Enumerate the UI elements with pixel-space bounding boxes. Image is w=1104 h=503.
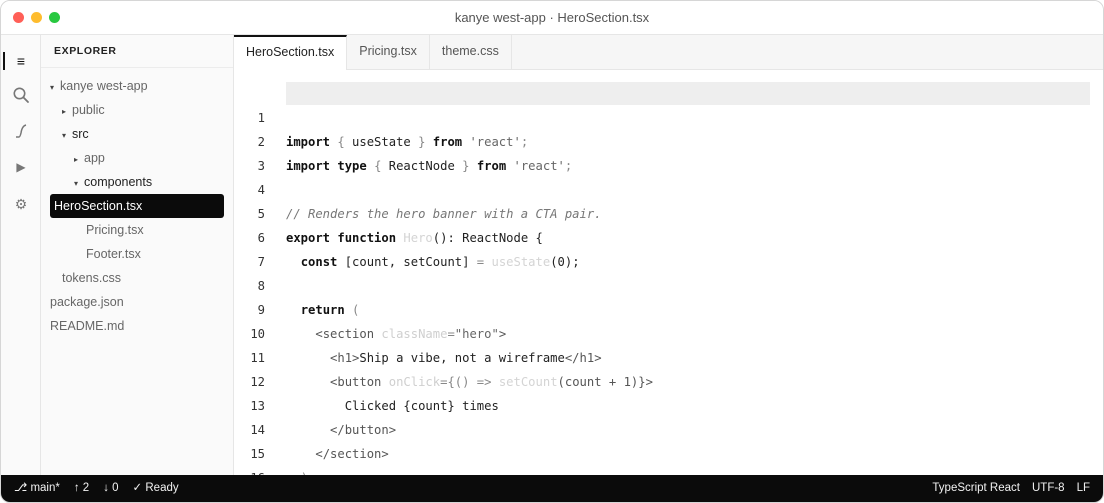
code-line: 1 import { useState } from 'react'; — [234, 82, 1103, 149]
editor-window: kanye west-app · HeroSection.tsx ≡ ▶ ⚙ E… — [0, 0, 1104, 503]
window-title: kanye west-app · HeroSection.tsx — [454, 10, 650, 25]
sync-down-count[interactable]: ↓ 0 — [103, 475, 118, 502]
tree-file-pricing[interactable]: Pricing.tsx — [41, 218, 233, 242]
tree-file-footer[interactable]: Footer.tsx — [41, 242, 233, 266]
chevron-down-icon: ▾ — [50, 83, 55, 92]
title-bar: kanye west-app · HeroSection.tsx — [1, 1, 1103, 35]
tab-theme[interactable]: theme.css — [430, 35, 512, 69]
status-bar: ⎇ main* ↑ 2 ↓ 0 ✓ Ready TypeScript React… — [1, 475, 1103, 502]
sync-up-count[interactable]: ↑ 2 — [74, 475, 89, 502]
tree-folder-root[interactable]: ▾ kanye west-app — [41, 74, 233, 98]
editor-tabs: HeroSection.tsx Pricing.tsx theme.css — [234, 35, 1103, 70]
explorer-sidebar: EXPLORER ▾ kanye west-app ▸ public ▾ src ▸ a… — [41, 35, 234, 477]
code-line: 16 } — [234, 442, 1103, 502]
tree-folder-app[interactable]: ▸ app — [41, 146, 233, 170]
chevron-right-icon: ▸ — [62, 107, 67, 116]
chevron-down-icon: ▾ — [62, 131, 67, 140]
tree-item-label: app — [84, 151, 105, 165]
code-line: 14 </section> — [234, 394, 1103, 461]
explorer-header: EXPLORER — [41, 35, 233, 68]
code-line: 12 Clicked {count} times — [234, 346, 1103, 413]
tree-item-label: src — [72, 127, 89, 141]
tree-folder-public[interactable]: ▸ public — [41, 98, 233, 122]
chevron-right-icon: ▸ — [74, 155, 79, 164]
tree-file-readme[interactable]: README.md — [41, 314, 233, 338]
language-mode[interactable]: TypeScript React — [932, 475, 1020, 502]
source-control-icon[interactable] — [1, 119, 41, 143]
tree-file-package[interactable]: package.json — [41, 290, 233, 314]
code-line: 13 </button> — [234, 370, 1103, 437]
code-line: 9 <section className="hero"> — [234, 274, 1103, 341]
ready-status: ✓ Ready — [132, 482, 179, 494]
tree-item-label: kanye west-app — [60, 79, 148, 93]
eol-indicator[interactable]: LF — [1077, 475, 1090, 502]
code-line: 4 // Renders the hero banner with a CTA … — [234, 154, 1103, 221]
tree-folder-components[interactable]: ▾ components — [41, 170, 233, 194]
code-line: 6 const [count, setCount] = useState(0); — [234, 202, 1103, 269]
menu-icon[interactable]: ≡ — [1, 49, 41, 73]
tree-item-label: package.json — [50, 295, 124, 309]
run-icon[interactable]: ▶ — [1, 155, 41, 179]
code-line: 7 — [234, 226, 1103, 269]
search-icon[interactable] — [1, 83, 41, 107]
activity-bar: ≡ ▶ ⚙ — [1, 35, 41, 477]
code-line: 11 <button onClick={() => setCount(count… — [234, 322, 1103, 389]
code-line: 15 ); — [234, 418, 1103, 485]
tree-item-label: HeroSection.tsx — [54, 199, 143, 213]
code-line: 5 export function Hero(): ReactNode { — [234, 178, 1103, 245]
encoding-indicator[interactable]: UTF-8 — [1032, 475, 1065, 502]
code-line: 2 import type { ReactNode } from 'react'… — [234, 106, 1103, 173]
tree-item-label: components — [84, 175, 153, 189]
file-tree: ▾ kanye west-app ▸ public ▾ src ▸ app ▾ compo… — [41, 74, 233, 338]
settings-icon[interactable]: ⚙ — [1, 192, 41, 216]
code-line: 8 return ( — [234, 250, 1103, 317]
code-line: 3 — [234, 130, 1103, 173]
code-editor[interactable]: 1 import { useState } from 'react'; 2 im… — [234, 70, 1103, 502]
code-line: 10 <h1>Ship a vibe, not a wireframe</h1> — [234, 298, 1103, 365]
tree-item-label: tokens.css — [62, 271, 122, 285]
tree-file-herosection[interactable]: HeroSection.tsx — [50, 194, 224, 218]
tree-item-label: README.md — [50, 319, 125, 333]
tree-item-label: Pricing.tsx — [86, 223, 144, 237]
tab-pricing[interactable]: Pricing.tsx — [347, 35, 430, 69]
chevron-down-icon: ▾ — [74, 179, 79, 188]
tree-file-tokens[interactable]: tokens.css — [41, 266, 233, 290]
tree-folder-src[interactable]: ▾ src — [41, 122, 233, 146]
branch-indicator[interactable]: ⎇ main* — [14, 475, 60, 502]
tree-item-label: public — [72, 103, 105, 117]
tab-herosection[interactable]: HeroSection.tsx — [234, 35, 348, 70]
tree-item-label: Footer.tsx — [86, 247, 141, 261]
